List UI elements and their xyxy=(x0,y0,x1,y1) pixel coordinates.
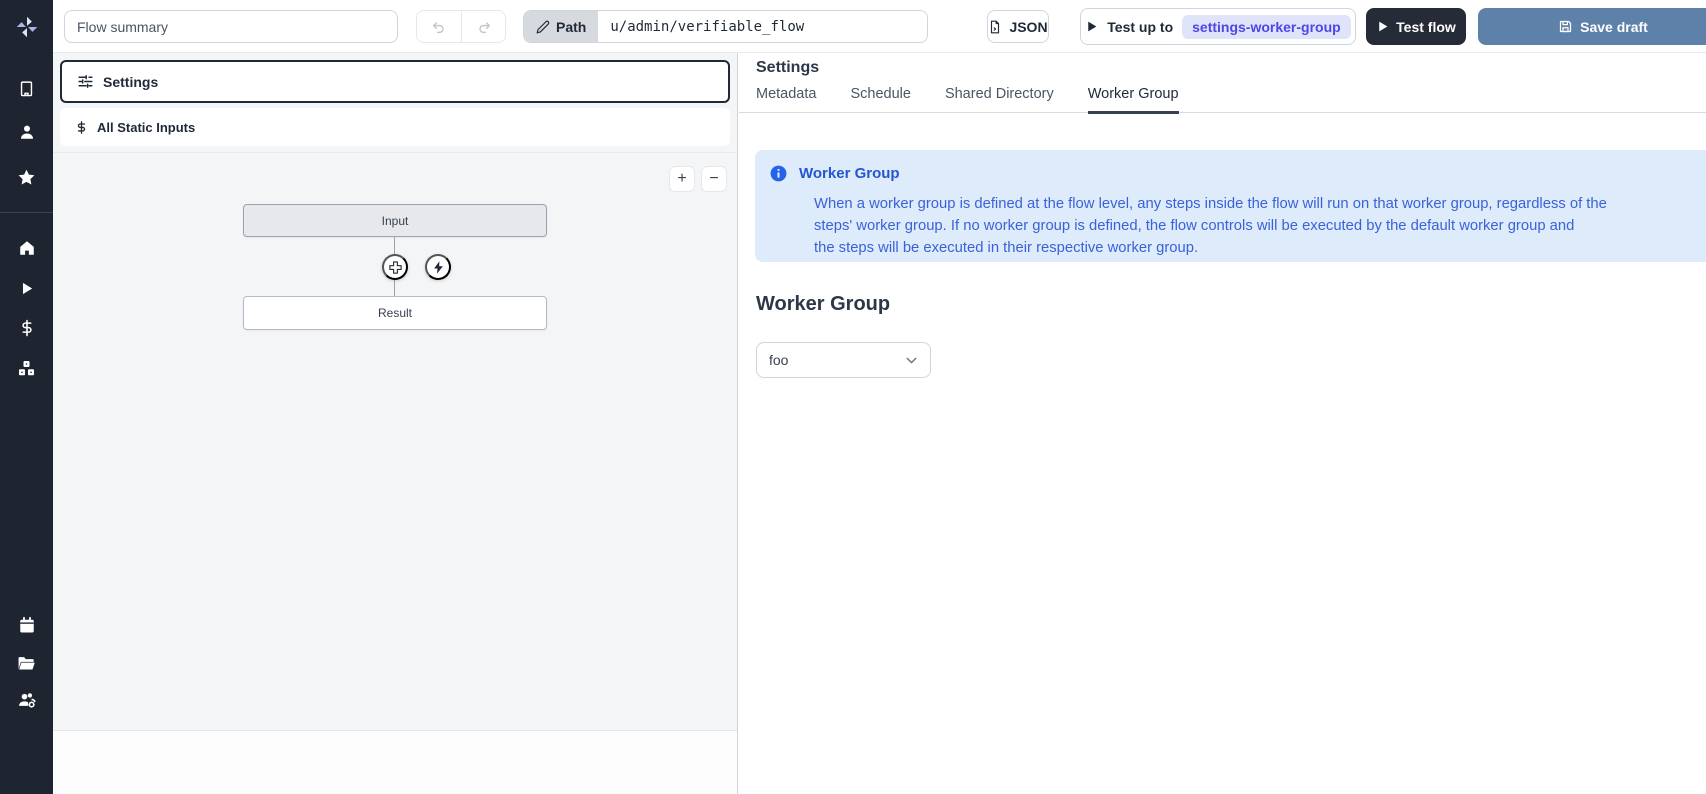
test-up-to-label: Test up to xyxy=(1107,19,1173,35)
input-node[interactable]: Input xyxy=(243,204,547,237)
variables-dollar-icon xyxy=(18,319,36,337)
canvas-zoom-in-button[interactable]: + xyxy=(669,166,695,192)
path-chip-label: Path xyxy=(556,19,586,35)
sidebar-item-user[interactable] xyxy=(0,114,53,150)
settings-panel: Settings Metadata Schedule Shared Direct… xyxy=(739,53,1706,794)
pencil-icon xyxy=(536,20,550,34)
app-sidebar xyxy=(0,0,53,794)
path-group: Path xyxy=(523,10,928,43)
zap-icon xyxy=(431,260,446,275)
info-icon xyxy=(769,164,788,183)
test-up-to-button[interactable]: Test up to settings-worker-group xyxy=(1080,8,1356,45)
test-flow-label: Test flow xyxy=(1396,19,1456,35)
redo-icon xyxy=(476,19,492,35)
path-value-input[interactable] xyxy=(598,11,927,42)
save-icon xyxy=(1558,19,1573,34)
tab-shared-directory[interactable]: Shared Directory xyxy=(945,86,1054,112)
flow-graph-panel: Settings All Static Inputs + − Input Res… xyxy=(53,53,738,794)
alert-line: the steps will be executed in their resp… xyxy=(814,237,1706,259)
undo-button[interactable] xyxy=(417,11,461,42)
sidebar-item-favorites[interactable] xyxy=(0,159,53,195)
add-trigger-button[interactable] xyxy=(425,254,451,280)
input-node-label: Input xyxy=(382,214,409,228)
play-icon xyxy=(1085,20,1098,33)
worker-group-select[interactable]: foo xyxy=(756,342,931,378)
windmill-logo[interactable] xyxy=(0,0,53,53)
sliders-icon xyxy=(77,73,94,90)
workspace-building-icon xyxy=(18,80,35,97)
save-draft-label: Save draft xyxy=(1580,19,1648,35)
user-icon xyxy=(18,123,36,141)
undo-icon xyxy=(431,19,447,35)
flow-settings-node[interactable]: Settings xyxy=(60,60,730,103)
runs-play-icon xyxy=(18,280,35,297)
chevron-down-icon xyxy=(903,352,920,369)
alert-line: When a worker group is defined at the fl… xyxy=(814,193,1706,215)
windmill-pinwheel-icon xyxy=(14,14,40,40)
file-json-icon xyxy=(988,20,1002,34)
test-up-to-step-badge: settings-worker-group xyxy=(1182,15,1351,39)
flow-settings-label: Settings xyxy=(103,74,158,90)
workers-group-icon xyxy=(17,690,37,710)
sidebar-item-workers[interactable] xyxy=(0,682,53,718)
sidebar-divider xyxy=(0,212,53,213)
test-flow-button[interactable]: Test flow xyxy=(1366,8,1466,45)
tab-schedule[interactable]: Schedule xyxy=(850,86,910,112)
canvas-zoom-out-button[interactable]: − xyxy=(701,166,727,192)
redo-button[interactable] xyxy=(461,11,505,42)
schedules-calendar-icon xyxy=(18,616,36,634)
sidebar-item-folders[interactable] xyxy=(0,645,53,681)
alert-line: steps' worker group. If no worker group … xyxy=(814,215,1706,237)
canvas-separator xyxy=(53,152,737,153)
play-icon xyxy=(1376,20,1389,33)
worker-group-section-title: Worker Group xyxy=(756,293,890,316)
resources-boxes-icon xyxy=(17,359,36,378)
plus-cross-icon xyxy=(388,260,403,275)
worker-group-select-value: foo xyxy=(769,352,788,368)
sidebar-item-home[interactable] xyxy=(0,230,53,266)
sidebar-item-resources[interactable] xyxy=(0,350,53,386)
worker-group-info-alert: Worker Group When a worker group is defi… xyxy=(755,150,1706,262)
sidebar-item-schedules[interactable] xyxy=(0,607,53,643)
folders-icon xyxy=(17,654,36,673)
alert-body: When a worker group is defined at the fl… xyxy=(814,193,1706,259)
flow-summary-input[interactable] xyxy=(64,10,398,43)
alert-title: Worker Group xyxy=(799,165,900,182)
undo-redo-group xyxy=(416,10,506,43)
all-static-inputs-node[interactable]: All Static Inputs xyxy=(60,108,730,146)
dollar-icon xyxy=(75,120,88,135)
tab-worker-group[interactable]: Worker Group xyxy=(1088,86,1179,114)
sidebar-item-workspace[interactable] xyxy=(0,70,53,106)
sidebar-item-variables[interactable] xyxy=(0,310,53,346)
json-button[interactable]: JSON xyxy=(987,10,1049,43)
json-button-label: JSON xyxy=(1009,19,1047,35)
flow-footer-strip xyxy=(53,730,737,794)
all-static-inputs-label: All Static Inputs xyxy=(97,120,195,135)
edit-path-button[interactable]: Path xyxy=(524,11,598,42)
add-step-button[interactable] xyxy=(382,254,408,280)
result-node-label: Result xyxy=(378,306,412,320)
settings-tabs: Metadata Schedule Shared Directory Worke… xyxy=(739,86,1706,113)
editor-topbar: Path JSON Test up to settings-worker-gro… xyxy=(53,0,1706,53)
sidebar-item-runs[interactable] xyxy=(0,270,53,306)
settings-panel-title: Settings xyxy=(756,59,819,77)
favorites-star-icon xyxy=(17,168,36,187)
tab-metadata[interactable]: Metadata xyxy=(756,86,816,112)
save-draft-button[interactable]: Save draft xyxy=(1478,8,1706,45)
result-node[interactable]: Result xyxy=(243,296,547,330)
home-icon xyxy=(18,239,36,257)
